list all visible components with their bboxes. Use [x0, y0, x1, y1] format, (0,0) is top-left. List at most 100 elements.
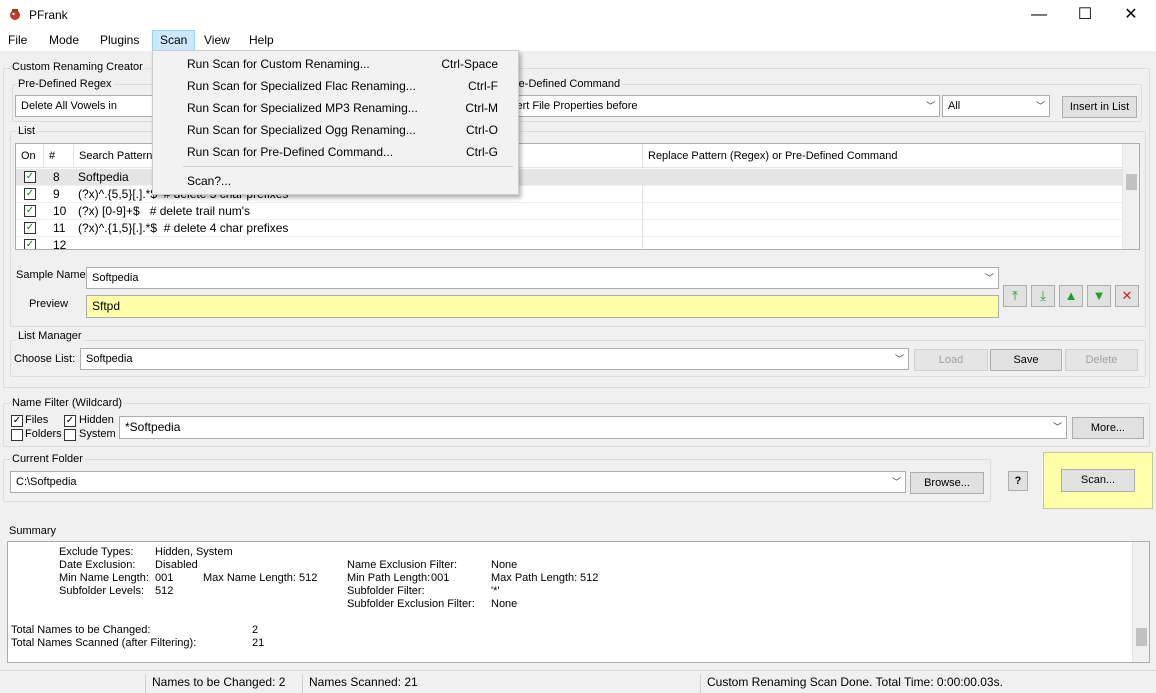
menu-item-shortcut: Ctrl-O	[466, 123, 498, 137]
scope-select[interactable]: All ﹀	[942, 95, 1050, 117]
menu-item-shortcut: Ctrl-G	[466, 145, 498, 159]
sample-name-value: Softpedia	[92, 272, 139, 284]
subfolder-filter-label: Subfolder Filter:	[347, 585, 425, 597]
menu-help[interactable]: Help	[242, 30, 281, 51]
date-exclusion-value: Disabled	[155, 559, 198, 571]
total-scanned-label: Total Names Scanned (after Filtering):	[11, 637, 197, 649]
choose-list-value: Softpedia	[86, 353, 133, 365]
table-row[interactable]: ✓ 11 (?x)^.{1,5}[.].*$ # delete 4 char p…	[16, 220, 1123, 237]
scan-dropdown-menu: Run Scan for Custom Renaming... Ctrl-Spac…	[152, 50, 519, 195]
predefined-regex-value: Delete All Vowels in	[21, 100, 117, 112]
choose-list-label: Choose List:	[14, 353, 76, 365]
menu-item-scan-mp3[interactable]: Run Scan for Specialized MP3 Renaming...…	[153, 97, 518, 119]
move-top-button[interactable]: ⤒	[1003, 285, 1027, 307]
row-checkbox[interactable]: ✓	[24, 188, 36, 200]
menu-item-scan-custom[interactable]: Run Scan for Custom Renaming... Ctrl-Spac…	[153, 53, 518, 75]
menu-view[interactable]: View	[197, 30, 237, 51]
table-row[interactable]: ✓ 10 (?x) [0-9]+$ # delete trail num's	[16, 203, 1123, 220]
delete-row-button[interactable]: ✕	[1115, 285, 1139, 307]
row-checkbox[interactable]: ✓	[24, 171, 36, 183]
chevron-down-icon: ﹀	[1052, 422, 1062, 432]
status-scanned: Names Scanned: 21	[302, 674, 700, 693]
scrollbar-thumb[interactable]	[1136, 628, 1147, 646]
exclude-types-label: Exclude Types:	[59, 546, 134, 558]
system-label: System	[79, 428, 116, 440]
table-row[interactable]: ✓ 12	[16, 237, 1123, 250]
row-checkbox[interactable]: ✓	[24, 222, 36, 234]
max-name-label: Max Name Length:	[203, 572, 296, 584]
date-exclusion-label: Date Exclusion:	[59, 559, 136, 571]
max-name-value: 512	[299, 572, 318, 584]
chevron-down-icon: ﹀	[925, 101, 935, 111]
menu-item-shortcut: Ctrl-M	[465, 101, 498, 115]
menu-item-scan-help[interactable]: Scan?...	[153, 170, 518, 192]
delete-button[interactable]: Delete	[1065, 349, 1138, 371]
chevron-down-icon: ﹀	[984, 273, 994, 283]
save-button[interactable]: Save	[990, 349, 1062, 371]
sample-name-label: Sample Name	[16, 269, 86, 281]
table-scrollbar[interactable]	[1122, 144, 1139, 249]
menu-bar: File Mode Plugins Scan View Help	[0, 30, 1156, 51]
min-path-label: Min Path Length:	[347, 572, 431, 584]
sample-name-select[interactable]: Softpedia ﹀	[86, 267, 999, 289]
folders-checkbox[interactable]	[11, 429, 23, 441]
title-bar: PFrank — ☐ ✕	[0, 0, 1156, 30]
scrollbar-thumb[interactable]	[1126, 174, 1137, 190]
predefined-regex-select[interactable]: Delete All Vowels in	[15, 95, 155, 117]
row-pattern[interactable]: (?x) [0-9]+$ # delete trail num's	[78, 204, 250, 218]
status-bar: Names to be Changed: 2 Names Scanned: 21…	[0, 670, 1156, 693]
row-pattern[interactable]: (?x)^.{1,5}[.].*$ # delete 4 char prefix…	[78, 221, 288, 235]
menu-plugins[interactable]: Plugins	[93, 30, 146, 51]
browse-button[interactable]: Browse...	[910, 472, 984, 494]
minimize-button[interactable]: —	[1016, 0, 1062, 30]
preview-value: Sftpd	[92, 299, 121, 313]
maximize-button[interactable]: ☐	[1062, 0, 1108, 30]
total-changed-label: Total Names to be Changed:	[11, 624, 151, 636]
row-checkbox[interactable]: ✓	[24, 239, 36, 249]
menu-mode[interactable]: Mode	[42, 30, 86, 51]
load-button[interactable]: Load	[914, 349, 988, 371]
folders-label: Folders	[25, 428, 62, 440]
files-checkbox[interactable]: ✓	[11, 415, 23, 427]
close-button[interactable]: ✕	[1108, 0, 1154, 30]
menu-item-scan-flac[interactable]: Run Scan for Specialized Flac Renaming..…	[153, 75, 518, 97]
menu-item-label: Run Scan for Specialized MP3 Renaming...	[187, 101, 418, 115]
creator-group-label: Custom Renaming Creator	[10, 61, 145, 73]
row-num: 12	[53, 238, 67, 250]
menu-item-label: Run Scan for Custom Renaming...	[187, 57, 370, 71]
summary-label: Summary	[7, 525, 59, 537]
row-checkbox[interactable]: ✓	[24, 205, 36, 217]
col-num-header[interactable]: #	[44, 144, 74, 168]
predefined-command-select[interactable]: sert File Properties before ﹀	[505, 95, 940, 117]
col-replace-header[interactable]: Replace Pattern (Regex) or Pre-Defined C…	[643, 144, 1123, 168]
row-num: 9	[53, 187, 60, 201]
move-up-button[interactable]: ▲	[1059, 285, 1083, 307]
menu-scan[interactable]: Scan	[152, 30, 196, 51]
col-on-header[interactable]: On	[16, 144, 44, 168]
move-down-button[interactable]: ▼	[1087, 285, 1111, 307]
menu-item-label: Run Scan for Specialized Ogg Renaming...	[187, 123, 416, 137]
max-path-label: Max Path Length:	[491, 572, 578, 584]
row-num: 10	[53, 204, 67, 218]
menu-item-scan-predefined[interactable]: Run Scan for Pre-Defined Command... Ctrl-…	[153, 141, 518, 163]
more-button[interactable]: More...	[1072, 417, 1144, 439]
chevron-down-icon: ﹀	[1035, 101, 1045, 111]
menu-item-scan-ogg[interactable]: Run Scan for Specialized Ogg Renaming...…	[153, 119, 518, 141]
system-checkbox[interactable]	[64, 429, 76, 441]
scope-value: All	[948, 100, 961, 112]
summary-scrollbar[interactable]	[1132, 542, 1149, 662]
wildcard-filter-select[interactable]: *Softpedia ﹀	[119, 416, 1067, 439]
menu-file[interactable]: File	[1, 30, 34, 51]
choose-list-select[interactable]: Softpedia ﹀	[80, 348, 909, 370]
min-name-label: Min Name Length:	[59, 572, 149, 584]
insert-in-list-button[interactable]: Insert in List	[1062, 96, 1137, 118]
move-bottom-button[interactable]: ⤓	[1031, 285, 1055, 307]
min-name-value: 001	[155, 572, 174, 584]
current-folder-select[interactable]: C:\Softpedia ﹀	[10, 471, 906, 493]
help-button[interactable]: ?	[1008, 471, 1028, 491]
scan-button[interactable]: Scan...	[1061, 469, 1135, 492]
exclude-types-value: Hidden, System	[155, 546, 233, 558]
row-pattern[interactable]: Softpedia	[78, 170, 129, 184]
window-title: PFrank	[29, 8, 68, 22]
hidden-checkbox[interactable]: ✓	[64, 415, 76, 427]
